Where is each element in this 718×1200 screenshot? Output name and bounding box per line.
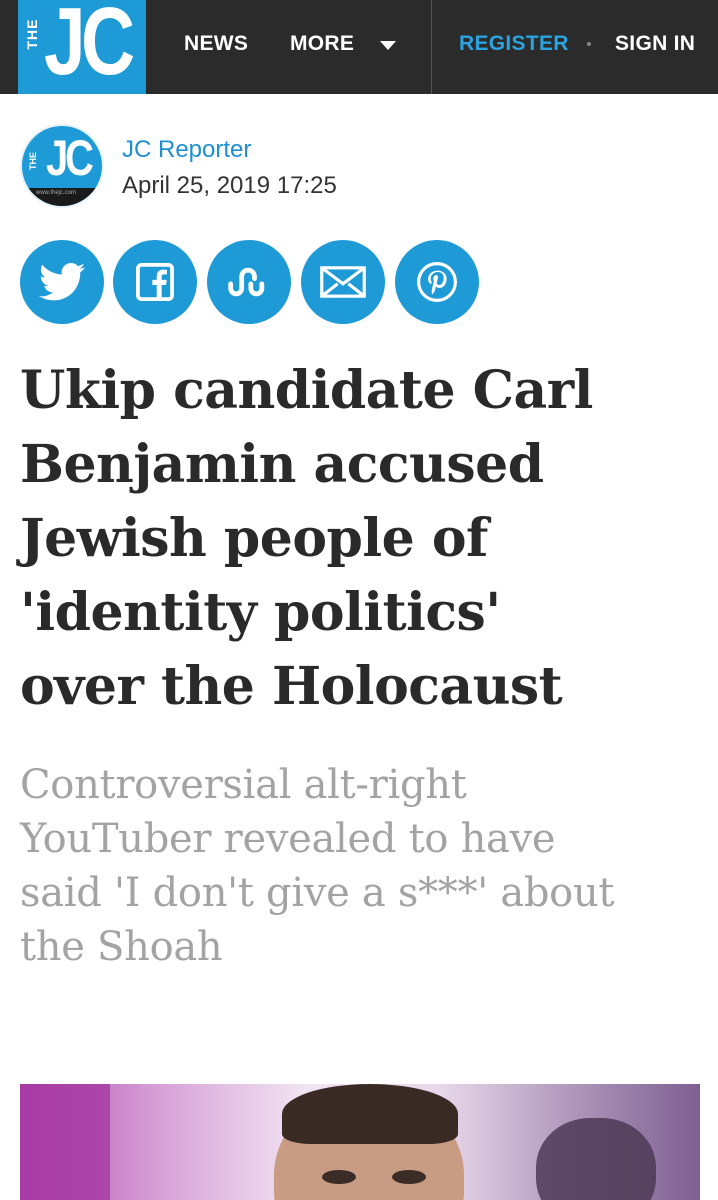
nav-more-menu[interactable]: MORE — [290, 32, 354, 56]
hero-background-person — [536, 1118, 656, 1200]
chevron-down-icon[interactable] — [380, 41, 396, 50]
hero-eye-left — [322, 1170, 356, 1184]
sign-in-link[interactable]: SIGN IN — [615, 32, 695, 56]
facebook-icon — [136, 263, 174, 301]
author-avatar[interactable]: THE JC www.thejc.com — [20, 124, 104, 208]
headline-line: Ukip candidate Carl — [20, 360, 593, 421]
site-header: THE JC NEWS MORE REGISTER SIGN IN — [0, 0, 718, 94]
share-email-button[interactable] — [301, 240, 385, 324]
avatar-the-text: THE — [28, 152, 38, 170]
article-hero-image[interactable] — [20, 1084, 700, 1200]
standfirst-line: said 'I don't give a s***' about — [20, 870, 615, 916]
header-divider — [431, 0, 432, 94]
headline-line: Benjamin accused — [20, 434, 544, 495]
logo-jc-text: JC — [44, 0, 135, 94]
hero-eye-right — [392, 1170, 426, 1184]
article-standfirst: Controversial alt-right YouTuber reveale… — [20, 758, 710, 974]
nav-separator-dot — [587, 42, 591, 46]
standfirst-line: the Shoah — [20, 924, 223, 970]
share-facebook-button[interactable] — [113, 240, 197, 324]
avatar-jc-text: JC — [46, 130, 94, 186]
twitter-icon — [39, 263, 85, 301]
publish-date: April 25, 2019 17:25 — [122, 172, 337, 199]
standfirst-line: Controversial alt-right — [20, 762, 467, 808]
logo-the-text: THE — [24, 18, 40, 50]
jc-logo[interactable]: THE JC — [18, 0, 146, 94]
author-name-link[interactable]: JC Reporter — [122, 136, 251, 164]
stumbleupon-icon — [228, 267, 265, 297]
hero-background-light — [20, 1084, 110, 1200]
headline-line: Jewish people of — [20, 508, 488, 569]
pinterest-icon — [417, 262, 457, 302]
headline-line: over the Holocaust — [20, 656, 563, 717]
share-pinterest-button[interactable] — [395, 240, 479, 324]
share-twitter-button[interactable] — [20, 240, 104, 324]
article-headline: Ukip candidate Carl Benjamin accused Jew… — [20, 354, 700, 724]
nav-news-link[interactable]: NEWS — [184, 32, 248, 56]
email-icon — [320, 266, 366, 298]
register-link[interactable]: REGISTER — [459, 32, 569, 56]
headline-line: 'identity politics' — [20, 582, 501, 643]
avatar-url-text: www.thejc.com — [36, 190, 77, 196]
share-stumbleupon-button[interactable] — [207, 240, 291, 324]
standfirst-line: YouTuber revealed to have — [20, 816, 556, 862]
hero-hair — [282, 1084, 458, 1144]
